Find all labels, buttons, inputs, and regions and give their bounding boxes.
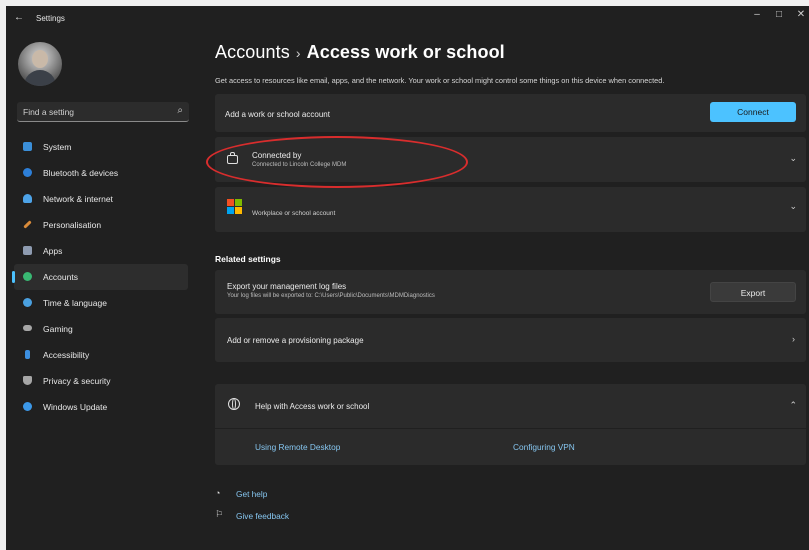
chevron-down-icon[interactable]: ⌄ — [789, 153, 797, 164]
search-placeholder: Find a setting — [23, 107, 75, 117]
link-configuring-vpn[interactable]: Configuring VPN — [513, 442, 575, 452]
sidebar-item-network[interactable]: Network & internet — [6, 186, 196, 212]
link-remote-desktop[interactable]: Using Remote Desktop — [255, 442, 340, 452]
sidebar-item-label: Apps — [43, 246, 63, 256]
bluetooth-icon — [23, 168, 32, 177]
active-indicator — [12, 271, 15, 283]
page-description: Get access to resources like email, apps… — [215, 76, 665, 85]
breadcrumb-parent[interactable]: Accounts — [215, 42, 290, 62]
chevron-down-icon[interactable]: ⌄ — [789, 201, 797, 212]
annotation-ellipse — [206, 136, 468, 188]
provisioning-package-card[interactable]: Add or remove a provisioning package › — [215, 318, 806, 362]
avatar-head — [32, 50, 48, 68]
get-help-icon: ◔ — [215, 488, 221, 498]
help-card-header[interactable]: Help with Access work or school ⌃ — [215, 384, 806, 428]
maximize-button[interactable]: □ — [771, 9, 787, 20]
sidebar-item-label: Accounts — [43, 272, 78, 282]
sidebar-item-accessibility[interactable]: Accessibility — [6, 342, 196, 368]
globe-clock-icon — [23, 298, 32, 307]
get-help-link[interactable]: Get help — [236, 489, 267, 499]
sidebar-item-label: Network & internet — [43, 194, 113, 204]
sidebar-item-time-language[interactable]: Time & language — [6, 290, 196, 316]
sidebar-item-label: Gaming — [43, 324, 73, 334]
sidebar-nav: System Bluetooth & devices Network & int… — [6, 134, 196, 420]
accessibility-icon — [25, 350, 30, 359]
avatar[interactable] — [18, 42, 62, 86]
avatar-body — [24, 70, 56, 86]
shield-icon — [23, 376, 32, 385]
chevron-up-icon[interactable]: ⌃ — [789, 400, 797, 411]
sidebar-item-apps[interactable]: Apps — [6, 238, 196, 264]
page-title: Access work or school — [306, 42, 505, 62]
export-button[interactable]: Export — [710, 282, 796, 302]
sidebar-item-label: Personalisation — [43, 220, 102, 230]
gamepad-icon — [23, 325, 32, 331]
brush-icon — [23, 220, 32, 229]
sidebar-item-label: Accessibility — [43, 350, 90, 360]
help-title: Help with Access work or school — [255, 402, 370, 411]
sidebar-item-windows-update[interactable]: Windows Update — [6, 394, 196, 420]
app-title: Settings — [36, 14, 65, 23]
search-icon: ⌕ — [177, 105, 183, 116]
update-icon — [23, 402, 32, 411]
sidebar-item-accounts[interactable]: Accounts — [12, 264, 188, 290]
microsoft-logo-icon — [227, 199, 243, 215]
breadcrumb-separator: › — [295, 45, 301, 61]
sidebar-item-gaming[interactable]: Gaming — [6, 316, 196, 342]
sidebar-item-label: Time & language — [43, 298, 107, 308]
help-globe-meridian-icon — [232, 398, 236, 410]
sidebar-item-label: Privacy & security — [43, 376, 111, 386]
feedback-icon: ⚐ — [215, 509, 224, 519]
sidebar-item-label: System — [43, 142, 72, 152]
workplace-account-label: Workplace or school account — [252, 210, 336, 217]
sidebar-item-system[interactable]: System — [6, 134, 196, 160]
related-settings-title: Related settings — [215, 254, 281, 264]
connect-button[interactable]: Connect — [710, 102, 796, 122]
settings-window: ← Settings – □ ✕ Find a setting ⌕ System… — [6, 6, 809, 550]
add-account-label: Add a work or school account — [225, 110, 330, 119]
sidebar-item-bluetooth[interactable]: Bluetooth & devices — [6, 160, 196, 186]
sidebar-item-personalisation[interactable]: Personalisation — [6, 212, 196, 238]
sidebar-item-label: Bluetooth & devices — [43, 168, 119, 178]
network-icon — [23, 194, 32, 203]
help-card-body: Using Remote Desktop Configuring VPN — [215, 429, 806, 465]
workplace-account-card[interactable]: Workplace or school account ⌄ — [215, 187, 806, 232]
provisioning-package-label: Add or remove a provisioning package — [227, 336, 364, 345]
sidebar-item-label: Windows Update — [43, 402, 108, 412]
chevron-right-icon: › — [792, 334, 795, 344]
system-icon — [23, 142, 32, 151]
search-input[interactable]: Find a setting ⌕ — [17, 102, 189, 122]
apps-icon — [23, 246, 32, 255]
back-arrow-icon[interactable]: ← — [14, 12, 24, 23]
export-logs-card: Export your management log files Your lo… — [215, 270, 806, 314]
give-feedback-link[interactable]: Give feedback — [236, 511, 289, 521]
accounts-icon — [23, 272, 32, 281]
close-button[interactable]: ✕ — [793, 9, 809, 20]
title-bar: ← Settings – □ ✕ — [6, 6, 809, 30]
minimize-button[interactable]: – — [749, 9, 765, 20]
breadcrumb: Accounts › Access work or school — [215, 42, 505, 63]
export-logs-title: Export your management log files — [227, 282, 347, 291]
add-account-card: Add a work or school account Connect — [215, 94, 806, 132]
export-logs-subtitle: Your log files will be exported to: C:\U… — [227, 293, 435, 299]
sidebar-item-privacy[interactable]: Privacy & security — [6, 368, 196, 394]
